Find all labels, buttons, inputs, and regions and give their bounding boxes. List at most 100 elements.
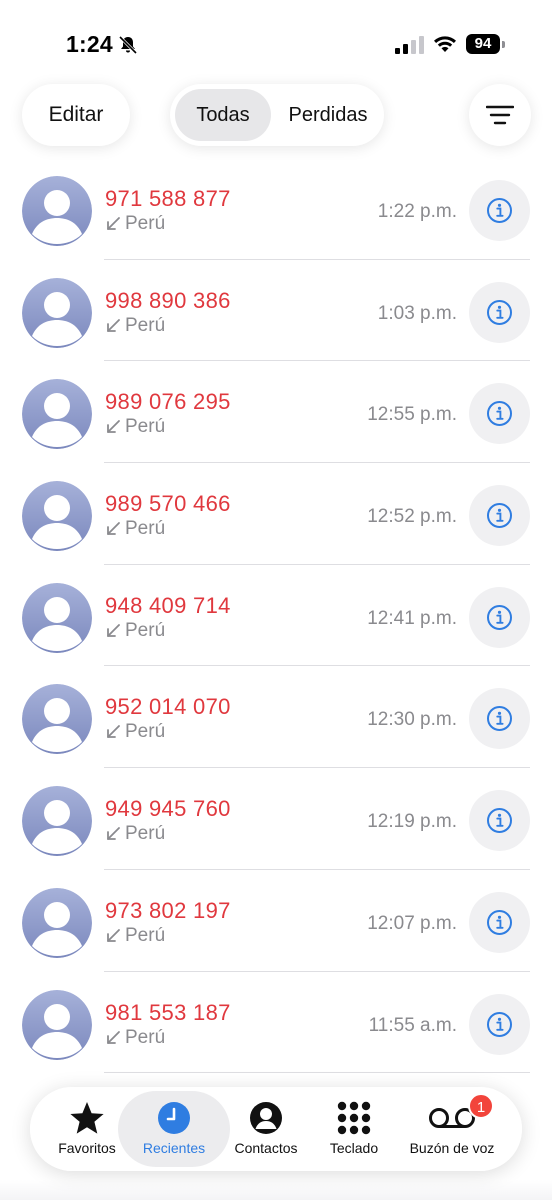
- incoming-call-arrow-icon: [107, 217, 120, 230]
- status-time: 1:24: [66, 31, 113, 57]
- incoming-call-arrow-icon: [107, 318, 120, 332]
- star-icon: [70, 1102, 104, 1134]
- battery-level: 94: [466, 34, 500, 54]
- info-button[interactable]: [469, 586, 530, 648]
- bell-slash-icon: [118, 35, 138, 55]
- call-subtitle: Perú: [105, 721, 165, 743]
- tab-favorites[interactable]: Favoritos: [44, 1087, 130, 1171]
- call-time: 12:07 p.m.: [367, 912, 457, 934]
- call-subtitle: Perú: [105, 518, 165, 540]
- tab-keypad[interactable]: Teclado: [314, 1087, 394, 1171]
- caller-number: 989 076 295: [105, 389, 231, 415]
- call-subtitle: Perú: [105, 823, 165, 845]
- info-button[interactable]: [469, 993, 530, 1055]
- info-button[interactable]: [469, 281, 530, 343]
- call-country: Perú: [125, 619, 166, 641]
- caller-number: 973 802 197: [105, 897, 231, 923]
- call-country: Perú: [125, 721, 166, 743]
- call-time: 1:03 p.m.: [377, 302, 457, 324]
- wifi-icon: [434, 36, 456, 52]
- call-row[interactable]: 998 890 386 Perú 1:03 p.m.: [0, 260, 552, 362]
- bottom-fade: [0, 1180, 552, 1200]
- incoming-call-arrow-icon: [107, 827, 120, 841]
- call-time: 1:22 p.m.: [377, 201, 457, 222]
- row-divider: [104, 1072, 530, 1074]
- tab-contacts-label: Contactos: [234, 1140, 298, 1156]
- call-country: Perú: [125, 518, 166, 540]
- call-row[interactable]: 973 802 197 Perú 12:07 p.m.: [0, 870, 552, 972]
- call-country: Perú: [125, 416, 166, 438]
- caller-number: 998 890 386: [105, 287, 231, 313]
- call-time: 12:41 p.m.: [367, 607, 457, 629]
- tab-contacts[interactable]: Contactos: [226, 1087, 306, 1171]
- call-row[interactable]: 989 570 466 Perú 12:52 p.m.: [0, 463, 552, 565]
- info-button[interactable]: [469, 790, 530, 852]
- battery-indicator: 94: [466, 34, 506, 54]
- info-icon: [487, 198, 512, 223]
- caller-number: 952 014 070: [105, 694, 231, 720]
- filter-lines-icon: [486, 105, 514, 125]
- recent-calls-list: 971 588 877 Perú 1:22 p.m. 998 890 386 Perú 1…: [0, 158, 552, 1074]
- call-subtitle: Perú: [105, 213, 165, 235]
- incoming-call-arrow-icon: [107, 420, 120, 434]
- contact-avatar-icon: [22, 684, 92, 755]
- call-time: 12:30 p.m.: [367, 709, 457, 731]
- contact-avatar-icon: [22, 887, 92, 958]
- info-icon: [487, 401, 512, 427]
- incoming-call-arrow-icon: [107, 522, 120, 535]
- contact-avatar-icon: [22, 277, 92, 348]
- caller-number: 971 588 877: [105, 186, 231, 211]
- info-icon: [487, 1011, 512, 1037]
- call-filter-segmented-control: Todas Perdidas: [170, 84, 384, 146]
- info-button[interactable]: [469, 688, 530, 750]
- incoming-call-arrow-icon: [107, 725, 120, 739]
- contact-avatar-icon: [22, 786, 92, 857]
- segment-all[interactable]: Todas: [175, 89, 271, 141]
- call-time: 11:55 a.m.: [368, 1014, 457, 1036]
- call-subtitle: Perú: [105, 315, 165, 337]
- call-row[interactable]: 952 014 070 Perú 12:30 p.m.: [0, 666, 552, 769]
- contact-avatar-icon: [22, 582, 92, 653]
- info-icon: [487, 808, 512, 834]
- battery-tip: [502, 41, 505, 48]
- keypad-icon: [337, 1101, 371, 1135]
- tab-recents[interactable]: Recientes: [124, 1087, 224, 1171]
- call-country: Perú: [125, 924, 166, 946]
- incoming-call-arrow-icon: [107, 623, 120, 637]
- call-row[interactable]: 948 409 714 Perú 12:41 p.m.: [0, 565, 552, 667]
- contact-avatar-icon: [22, 379, 92, 450]
- call-row[interactable]: 971 588 877 Perú 1:22 p.m.: [0, 158, 552, 260]
- call-row[interactable]: 981 553 187 Perú 11:55 a.m.: [0, 972, 552, 1074]
- info-icon: [487, 909, 512, 935]
- person-circle-icon: [250, 1102, 282, 1134]
- info-button[interactable]: [469, 891, 530, 953]
- caller-number: 989 570 466: [105, 491, 231, 517]
- contact-avatar-icon: [22, 481, 92, 552]
- cellular-signal-icon: [395, 36, 424, 54]
- call-country: Perú: [125, 213, 166, 234]
- tab-bar: Favoritos Recientes Contactos Teclado 1: [30, 1087, 522, 1171]
- tab-voicemail[interactable]: 1 Buzón de voz: [402, 1087, 502, 1171]
- call-subtitle: Perú: [105, 925, 165, 947]
- info-button[interactable]: [469, 180, 530, 241]
- call-subtitle: Perú: [105, 416, 165, 438]
- contact-avatar-icon: [22, 176, 92, 246]
- call-country: Perú: [125, 823, 166, 845]
- call-row[interactable]: 949 945 760 Perú 12:19 p.m.: [0, 768, 552, 870]
- info-button[interactable]: [469, 383, 530, 445]
- edit-button[interactable]: Editar: [22, 84, 130, 146]
- contact-avatar-icon: [22, 989, 92, 1060]
- call-country: Perú: [125, 1026, 166, 1048]
- segment-missed[interactable]: Perdidas: [276, 89, 380, 141]
- filter-button[interactable]: [469, 84, 531, 146]
- tab-voicemail-label: Buzón de voz: [409, 1140, 495, 1156]
- call-row[interactable]: 989 076 295 Perú 12:55 p.m.: [0, 361, 552, 464]
- info-icon: [487, 299, 512, 325]
- call-subtitle: Perú: [105, 1027, 165, 1049]
- status-bar: 1:24 94: [0, 0, 552, 80]
- tab-keypad-label: Teclado: [329, 1140, 379, 1156]
- caller-number: 948 409 714: [105, 592, 231, 618]
- voicemail-badge: 1: [468, 1093, 494, 1119]
- call-time: 12:52 p.m.: [367, 506, 457, 528]
- info-button[interactable]: [469, 485, 530, 547]
